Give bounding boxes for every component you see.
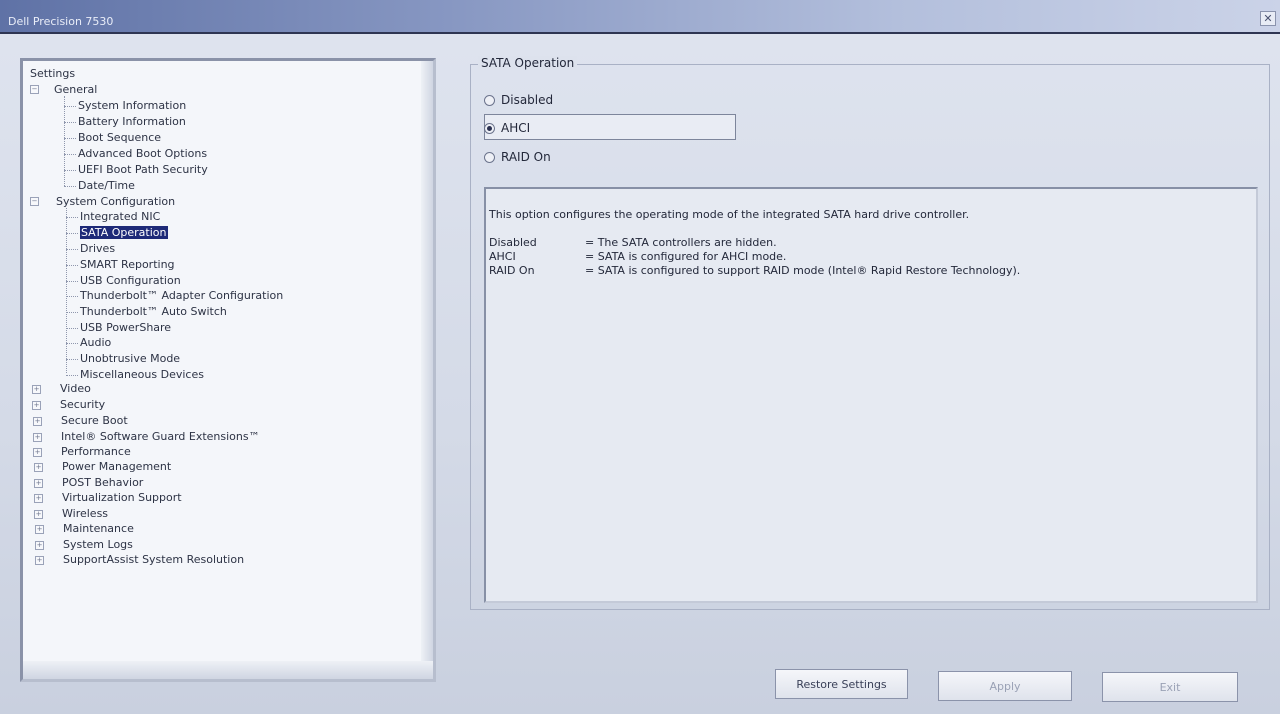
tree-connector xyxy=(66,359,78,360)
tree-item[interactable]: Integrated NIC xyxy=(80,210,160,223)
expand-icon[interactable]: + xyxy=(34,510,43,519)
apply-button[interactable]: Apply xyxy=(938,671,1072,701)
tree-node-collapsed[interactable]: Video xyxy=(60,382,91,395)
tree-connector xyxy=(64,170,76,171)
tree-item[interactable]: Boot Sequence xyxy=(78,131,161,144)
tree-node-collapsed[interactable]: Maintenance xyxy=(63,522,134,535)
tree-item[interactable]: Miscellaneous Devices xyxy=(80,368,204,381)
tree-item[interactable]: USB PowerShare xyxy=(80,321,171,334)
collapse-icon[interactable]: − xyxy=(30,85,39,94)
tree-item[interactable]: System Information xyxy=(78,99,186,112)
expand-icon[interactable]: + xyxy=(35,541,44,550)
expand-icon[interactable]: + xyxy=(34,463,43,472)
tree-connector xyxy=(66,375,78,376)
tree-node-collapsed[interactable]: Security xyxy=(60,398,105,411)
tree-connector xyxy=(64,96,65,186)
tree-node-collapsed[interactable]: System Logs xyxy=(63,538,133,551)
description-key: Disabled xyxy=(489,236,537,249)
tree-item-selected[interactable]: SATA Operation xyxy=(80,226,168,239)
tree-item[interactable]: Thunderbolt™ Auto Switch xyxy=(80,305,227,318)
tree-node-collapsed[interactable]: Intel® Software Guard Extensions™ xyxy=(61,430,260,443)
tree-connector xyxy=(64,138,76,139)
tree-node-collapsed[interactable]: Wireless xyxy=(62,507,108,520)
tree-connector xyxy=(66,265,78,266)
tree-connector xyxy=(66,312,78,313)
tree-item[interactable]: Audio xyxy=(80,336,111,349)
tree-connector xyxy=(66,249,78,250)
close-icon[interactable]: ✕ xyxy=(1260,11,1276,26)
tree-connector xyxy=(66,343,78,344)
radio-ahci[interactable]: AHCI xyxy=(484,121,530,135)
radio-circle-icon xyxy=(484,94,495,106)
radio-raid-on[interactable]: RAID On xyxy=(484,150,551,164)
radio-raid-on-label: RAID On xyxy=(501,150,551,164)
tree-connector xyxy=(66,296,78,297)
description-value: = SATA is configured for AHCI mode. xyxy=(585,250,787,263)
tree-connector xyxy=(66,233,78,234)
tree-item[interactable]: SMART Reporting xyxy=(80,258,175,271)
expand-icon[interactable]: + xyxy=(32,385,41,394)
expand-icon[interactable]: + xyxy=(34,479,43,488)
tree-item[interactable]: Unobtrusive Mode xyxy=(80,352,180,365)
tree-node-collapsed[interactable]: Virtualization Support xyxy=(62,491,182,504)
radio-checked-icon xyxy=(484,122,495,134)
tree-item[interactable]: Advanced Boot Options xyxy=(78,147,207,160)
tree-node-collapsed[interactable]: Secure Boot xyxy=(61,414,128,427)
expand-icon[interactable]: + xyxy=(35,525,44,534)
tree-node-collapsed[interactable]: Power Management xyxy=(62,460,171,473)
tree-item[interactable]: Battery Information xyxy=(78,115,186,128)
tree-connector xyxy=(66,217,78,218)
collapse-icon[interactable]: − xyxy=(30,197,39,206)
radio-disabled[interactable]: Disabled xyxy=(484,93,553,107)
tree-item[interactable]: Date/Time xyxy=(78,179,135,192)
exit-button[interactable]: Exit xyxy=(1102,672,1238,702)
window-title: Dell Precision 7530 xyxy=(8,15,114,28)
description-value: = SATA is configured to support RAID mod… xyxy=(585,264,1021,277)
description-key: RAID On xyxy=(489,264,535,277)
radio-ahci-label: AHCI xyxy=(501,121,531,135)
expand-icon[interactable]: + xyxy=(32,401,41,410)
tree-node-system-configuration[interactable]: System Configuration xyxy=(56,195,175,208)
tree-root: Settings xyxy=(30,67,76,80)
group-title: SATA Operation xyxy=(478,56,578,70)
radio-circle-icon xyxy=(484,151,495,163)
description-value: = The SATA controllers are hidden. xyxy=(585,236,777,249)
tree-connector xyxy=(64,106,76,107)
tree-node-collapsed[interactable]: Performance xyxy=(61,445,131,458)
restore-settings-button[interactable]: Restore Settings xyxy=(775,669,908,699)
tree-item[interactable]: Drives xyxy=(80,242,115,255)
tree-node-general[interactable]: General xyxy=(54,83,97,96)
tree-connector xyxy=(64,122,76,123)
tree-connector xyxy=(66,281,78,282)
description-key: AHCI xyxy=(489,250,516,263)
tree-node-collapsed[interactable]: SupportAssist System Resolution xyxy=(63,553,244,566)
tree-connector xyxy=(64,154,76,155)
tree-connector xyxy=(64,186,76,187)
tree-connector xyxy=(66,328,78,329)
expand-icon[interactable]: + xyxy=(33,417,42,426)
expand-icon[interactable]: + xyxy=(34,494,43,503)
expand-icon[interactable]: + xyxy=(33,433,42,442)
tree-node-collapsed[interactable]: POST Behavior xyxy=(62,476,143,489)
title-bar: Dell Precision 7530 ✕ xyxy=(0,0,1280,34)
description-intro: This option configures the operating mod… xyxy=(489,208,970,221)
tree-scroll-shade xyxy=(421,61,433,679)
tree-item[interactable]: USB Configuration xyxy=(80,274,181,287)
expand-icon[interactable]: + xyxy=(35,556,44,565)
tree-bottom-shade xyxy=(23,661,433,679)
tree-item[interactable]: UEFI Boot Path Security xyxy=(78,163,208,176)
tree-item[interactable]: Thunderbolt™ Adapter Configuration xyxy=(80,289,283,302)
expand-icon[interactable]: + xyxy=(33,448,42,457)
radio-disabled-label: Disabled xyxy=(501,93,554,107)
